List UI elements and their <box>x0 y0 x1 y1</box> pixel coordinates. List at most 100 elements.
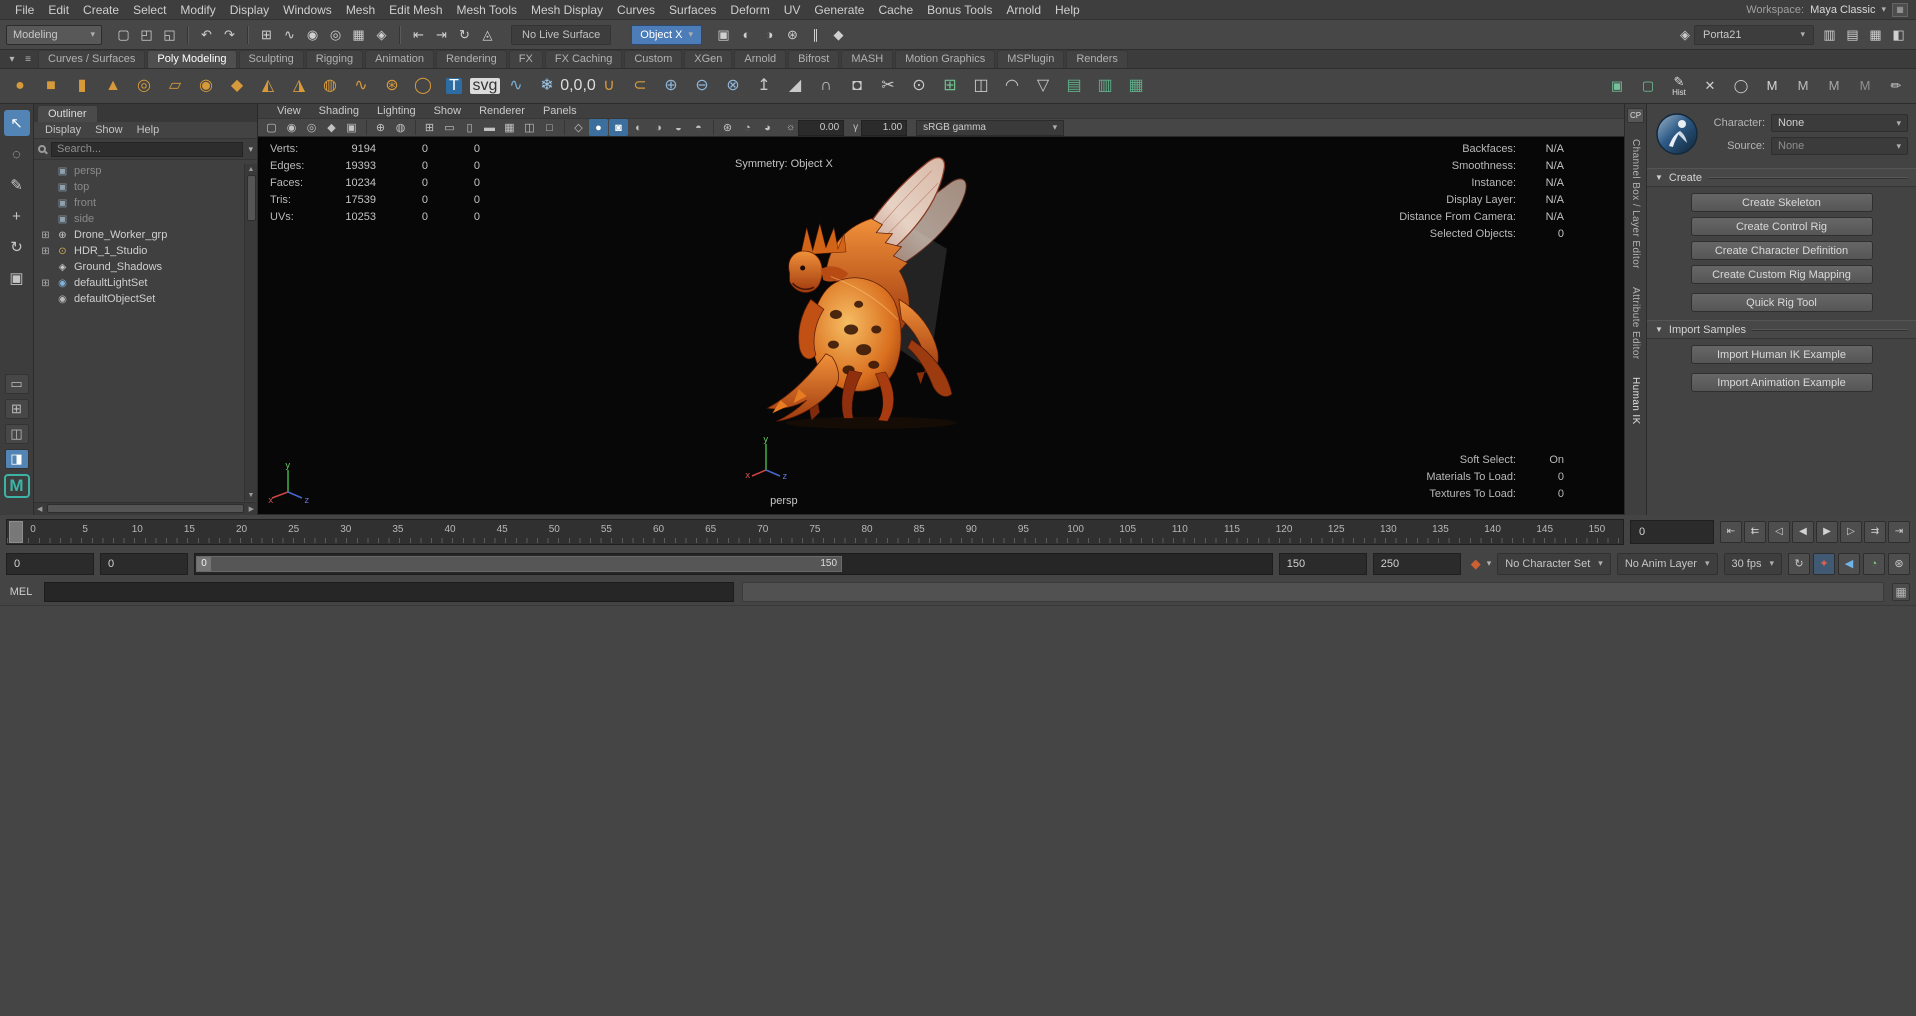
menu-item[interactable]: Display <box>223 0 276 20</box>
workspace-selector[interactable]: Workspace: Maya Classic ▦ <box>1746 3 1908 17</box>
bookmarks-icon[interactable]: ◆ <box>322 119 341 136</box>
shaded-mode-icon[interactable]: ● <box>589 119 608 136</box>
undo-icon[interactable]: ↶ <box>195 24 218 46</box>
panel-menu-item[interactable]: Show <box>425 104 471 118</box>
new-scene-icon[interactable]: ▢ <box>112 24 135 46</box>
sidebar-tool-settings-toggle-icon[interactable]: ▦ <box>1864 24 1887 46</box>
menu-item[interactable]: Select <box>126 0 173 20</box>
panel-menu-item[interactable]: Shading <box>310 104 368 118</box>
menu-item[interactable]: Arnold <box>999 0 1048 20</box>
step-back-key-button[interactable]: ⇇ <box>1744 521 1766 543</box>
range-start-handle[interactable]: 0 <box>197 557 211 571</box>
shelf-tab[interactable]: Poly Modeling <box>147 50 236 68</box>
shelf-tab[interactable]: Animation <box>365 50 434 68</box>
bevel-icon[interactable]: ◢ <box>781 72 809 101</box>
outliner-item-side[interactable]: ▣ side <box>34 211 257 227</box>
import-animation-example-button[interactable]: Import Animation Example <box>1691 373 1873 392</box>
scrollbar-thumb[interactable] <box>247 175 256 221</box>
combine-icon[interactable]: ∪ <box>595 72 623 101</box>
paint-brush-icon[interactable]: ✏ <box>1882 72 1910 101</box>
gate-mask-icon[interactable]: ▬ <box>480 119 499 136</box>
quick-rig-tool-button[interactable]: Quick Rig Tool <box>1691 293 1873 312</box>
step-forward-key-button[interactable]: ⇉ <box>1864 521 1886 543</box>
xray-icon[interactable]: ◔ <box>738 119 757 136</box>
target-weld-icon[interactable]: ⊙ <box>905 72 933 101</box>
poly-cone-icon[interactable]: ▲ <box>99 72 127 101</box>
poly-pyramid-icon[interactable]: ◭ <box>254 72 282 101</box>
poly-plane-icon[interactable]: ▱ <box>161 72 189 101</box>
panel-menu-item[interactable]: View <box>268 104 310 118</box>
tab-channel-box-layer-editor[interactable]: Channel Box / Layer Editor <box>1630 139 1641 269</box>
marking-menu-m3-icon[interactable]: M <box>1820 72 1848 101</box>
poly-cube-icon[interactable]: ■ <box>37 72 65 101</box>
shelf-tab[interactable]: Rendering <box>436 50 507 68</box>
select-camera-icon[interactable]: ▢ <box>262 119 281 136</box>
time-clock-icon[interactable]: ◔ <box>1863 553 1885 575</box>
resolution-gate-icon[interactable]: ▯ <box>460 119 479 136</box>
shelf-tab[interactable]: MSPlugin <box>997 50 1064 68</box>
step-back-frame-button[interactable]: ◁ <box>1768 521 1790 543</box>
menu-item[interactable]: Help <box>1048 0 1087 20</box>
safe-title-icon[interactable]: □ <box>540 119 559 136</box>
sweep-mesh-icon[interactable]: ∿ <box>502 72 530 101</box>
poly-prism-icon[interactable]: ◮ <box>285 72 313 101</box>
panel-menu-item[interactable]: Renderer <box>470 104 534 118</box>
outliner-item-default-object-set[interactable]: ◉ defaultObjectSet <box>34 291 257 307</box>
scroll-down-icon[interactable]: ▼ <box>248 490 255 501</box>
chevron-down-icon[interactable] <box>1487 558 1492 569</box>
bridge-icon[interactable]: ∩ <box>812 72 840 101</box>
snap-to-grid-icon[interactable]: ⊞ <box>255 24 278 46</box>
shelf-tab[interactable]: Bifrost <box>788 50 839 68</box>
animation-end-field[interactable]: 250 <box>1373 553 1461 575</box>
create-control-rig-button[interactable]: Create Control Rig <box>1691 217 1873 236</box>
safe-action-icon[interactable]: ◫ <box>520 119 539 136</box>
viewport-canvas[interactable]: Verts: 9194 0 0 Edges: 19393 0 0 Faces: … <box>258 137 1624 514</box>
menu-set-dropdown[interactable]: Modeling <box>6 25 102 45</box>
ambient-occlusion-icon[interactable]: ◒ <box>669 119 688 136</box>
anti-aliasing-icon[interactable]: ⊛ <box>718 119 737 136</box>
outliner-vertical-scrollbar[interactable]: ▲ ▼ <box>244 164 257 501</box>
wireframe-mode-icon[interactable]: ◇ <box>569 119 588 136</box>
ipr-render-icon[interactable]: ◑ <box>758 24 781 46</box>
gamma-icon[interactable]: γ <box>853 122 858 133</box>
menu-item[interactable]: UV <box>777 0 808 20</box>
snap-to-view-plane-icon[interactable]: ▦ <box>347 24 370 46</box>
poly-platonic-icon[interactable]: ◆ <box>223 72 251 101</box>
outliner-tab[interactable]: Outliner <box>37 105 98 122</box>
uv-editor-icon[interactable]: ▦ <box>1122 72 1150 101</box>
motion-blur-icon[interactable]: ◓ <box>689 119 708 136</box>
poly-svg-icon[interactable]: svg <box>471 72 499 101</box>
layout-two-pane-button[interactable]: ◫ <box>5 424 29 444</box>
poly-cylinder-icon[interactable]: ▮ <box>68 72 96 101</box>
render-settings-icon[interactable]: ⊛ <box>781 24 804 46</box>
anim-layer-dropdown[interactable]: No Anim Layer <box>1617 553 1718 575</box>
snap-to-curve-icon[interactable]: ∿ <box>278 24 301 46</box>
input-connections-icon[interactable]: ⇤ <box>407 24 430 46</box>
outliner-item-default-light-set[interactable]: ⊞ ◉ defaultLightSet <box>34 275 257 291</box>
select-tool[interactable]: ↖ <box>4 110 30 136</box>
highlight-selection-icon[interactable]: ◬ <box>476 24 499 46</box>
poly-torus-icon[interactable]: ◎ <box>130 72 158 101</box>
make-live-icon[interactable]: ◈ <box>370 24 393 46</box>
boolean-union-icon[interactable]: ⊕ <box>657 72 685 101</box>
outliner-menu-item[interactable]: Help <box>130 123 167 137</box>
reset-pivot-icon[interactable]: 0,0,0 <box>564 72 592 101</box>
save-scene-icon[interactable]: ◱ <box>158 24 181 46</box>
outliner-horizontal-scrollbar[interactable]: ◀ ▶ <box>34 502 257 515</box>
rotate-tool[interactable]: ↻ <box>4 234 30 260</box>
menu-item[interactable]: Mesh Tools <box>450 0 524 20</box>
lock-camera-icon[interactable]: ◉ <box>282 119 301 136</box>
fill-hole-icon[interactable]: ◘ <box>843 72 871 101</box>
open-scene-icon[interactable]: ◰ <box>135 24 158 46</box>
playback-start-field[interactable]: 0 <box>100 553 188 575</box>
outliner-item-ground-shadows[interactable]: ◈ Ground_Shadows <box>34 259 257 275</box>
boolean-difference-icon[interactable]: ⊖ <box>688 72 716 101</box>
component-mode-icon[interactable]: ▢ <box>1634 72 1662 101</box>
menu-item[interactable]: Edit <box>41 0 76 20</box>
sidebar-channel-box-toggle-icon[interactable]: ▥ <box>1818 24 1841 46</box>
outliner-menu-item[interactable]: Show <box>88 123 130 137</box>
poly-gear-icon[interactable]: ⊛ <box>378 72 406 101</box>
shelf-tab[interactable]: Curves / Surfaces <box>38 50 145 68</box>
shelf-tab[interactable]: FX Caching <box>545 50 622 68</box>
menu-item[interactable]: Surfaces <box>662 0 723 20</box>
